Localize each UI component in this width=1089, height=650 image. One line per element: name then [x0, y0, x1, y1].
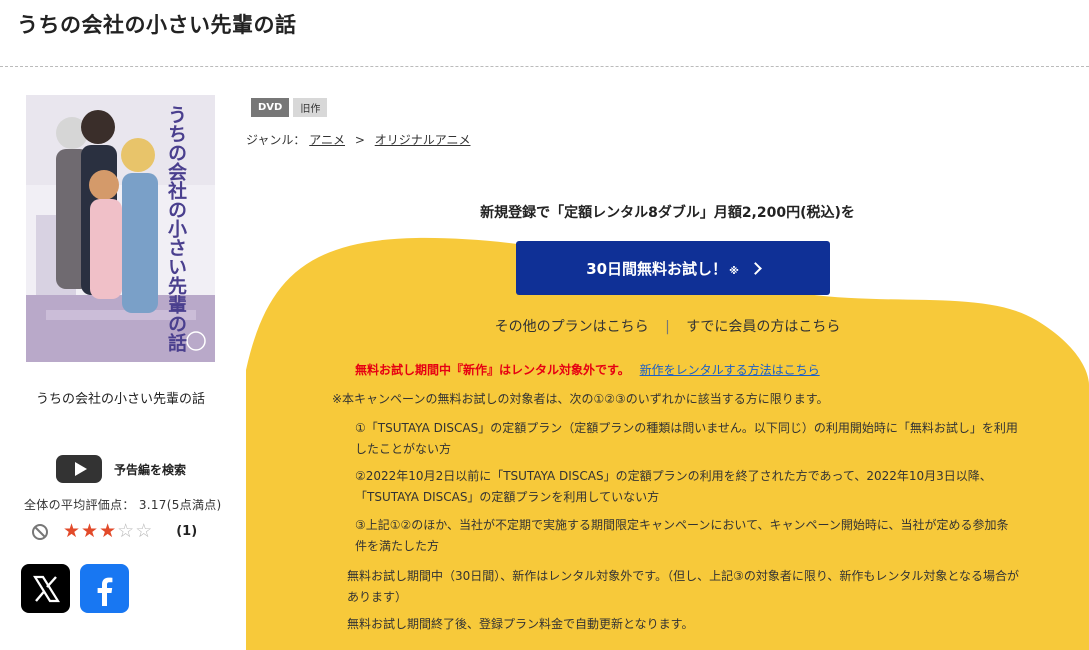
campaign-note-intro: ※本キャンペーンの無料お試しの対象者は、次の①②③のいずれかに該当する方に限りま…	[332, 392, 829, 406]
star-filled-icon[interactable]: ★	[63, 522, 80, 541]
genre-separator: >	[354, 133, 365, 147]
cover-title-text: うちの会社の小さい先輩の話	[165, 105, 188, 353]
genre-breadcrumb: ジャンル： アニメ > オリジナルアニメ	[246, 131, 470, 148]
x-share-button[interactable]	[21, 564, 70, 613]
average-rating-text: 全体の平均評価点： 3.17(5点満点)	[24, 498, 222, 512]
new-release-warning: 無料お試し期間中『新作』はレンタル対象外です。 新作をレンタルする方法はこちら	[355, 361, 820, 378]
page-title: うちの会社の小さい先輩の話	[17, 13, 297, 37]
star-filled-icon[interactable]: ★	[81, 522, 98, 541]
other-plans-link[interactable]: その他のプランはこちら	[495, 319, 649, 335]
trailer-label: 予告編を検索	[114, 462, 187, 477]
cover-caption: うちの会社の小さい先輩の話	[35, 392, 205, 407]
format-tags: DVD 旧作	[251, 98, 328, 117]
review-count-link[interactable]: (1)	[176, 524, 197, 539]
chevron-right-icon	[748, 261, 762, 275]
free-trial-label: 30日間無料お試し！	[586, 259, 728, 278]
new-release-rental-link[interactable]: 新作をレンタルする方法はこちら	[640, 363, 820, 377]
condition-3: ③上記①②のほか、当社が不定期で実施する期間限定キャンペーンにおいて、キャンペー…	[355, 518, 1009, 553]
trial-period-note: 無料お試し期間中（30日間）、新作はレンタル対象外です。（但し、上記③の対象者に…	[347, 569, 1019, 604]
rating-row: ★ ★ ★ ☆ ☆ (1)	[31, 522, 197, 541]
auto-renewal-note: 無料お試し期間終了後、登録プラン料金で自動更新となります。	[347, 617, 694, 631]
social-share	[21, 564, 129, 613]
members-link[interactable]: すでに会員の方はこちら	[686, 319, 840, 335]
star-empty-icon[interactable]: ☆	[117, 522, 134, 541]
svg-text:うちの会社の小さい先輩の話: うちの会社の小さい先輩の話	[165, 105, 188, 353]
star-filled-icon[interactable]: ★	[99, 522, 116, 541]
genre-link-original-anime[interactable]: オリジナルアニメ	[375, 133, 471, 147]
star-rating: ★ ★ ★ ☆ ☆	[63, 522, 152, 541]
genre-label: ジャンル：	[246, 133, 306, 147]
condition-1: ①「TSUTAYA DISCAS」の定額プラン（定額プランの種類は問いません。以…	[355, 421, 1018, 456]
warning-text: 無料お試し期間中『新作』はレンタル対象外です。	[355, 363, 630, 377]
star-empty-icon[interactable]: ☆	[135, 522, 152, 541]
condition-2: ②2022年10月2日以前に「TSUTAYA DISCAS」の定額プランの利用を…	[355, 469, 992, 504]
free-trial-note-mark: ※	[729, 265, 739, 277]
free-trial-button[interactable]: 30日間無料お試し！ ※	[516, 241, 830, 295]
genre-link-anime[interactable]: アニメ	[309, 133, 345, 147]
facebook-share-button[interactable]	[80, 564, 129, 613]
x-icon	[32, 575, 60, 602]
old-release-tag: 旧作	[293, 98, 328, 117]
trailer-search-button[interactable]: 予告編を検索	[56, 455, 186, 483]
title-divider	[0, 66, 1089, 67]
plan-links-separator: |	[665, 319, 670, 335]
facebook-icon	[97, 577, 112, 606]
cover-image[interactable]: うちの会社の小さい先輩の話	[26, 95, 215, 362]
review-count[interactable]: (1)	[176, 524, 197, 539]
plan-links: その他のプランはこちら | すでに会員の方はこちら	[246, 316, 1089, 336]
ban-icon[interactable]	[31, 523, 49, 541]
dvd-tag: DVD	[251, 98, 290, 117]
promo-headline: 新規登録で「定額レンタル8ダブル」月額2,200円(税込)を	[480, 205, 855, 221]
video-play-icon	[56, 455, 102, 483]
